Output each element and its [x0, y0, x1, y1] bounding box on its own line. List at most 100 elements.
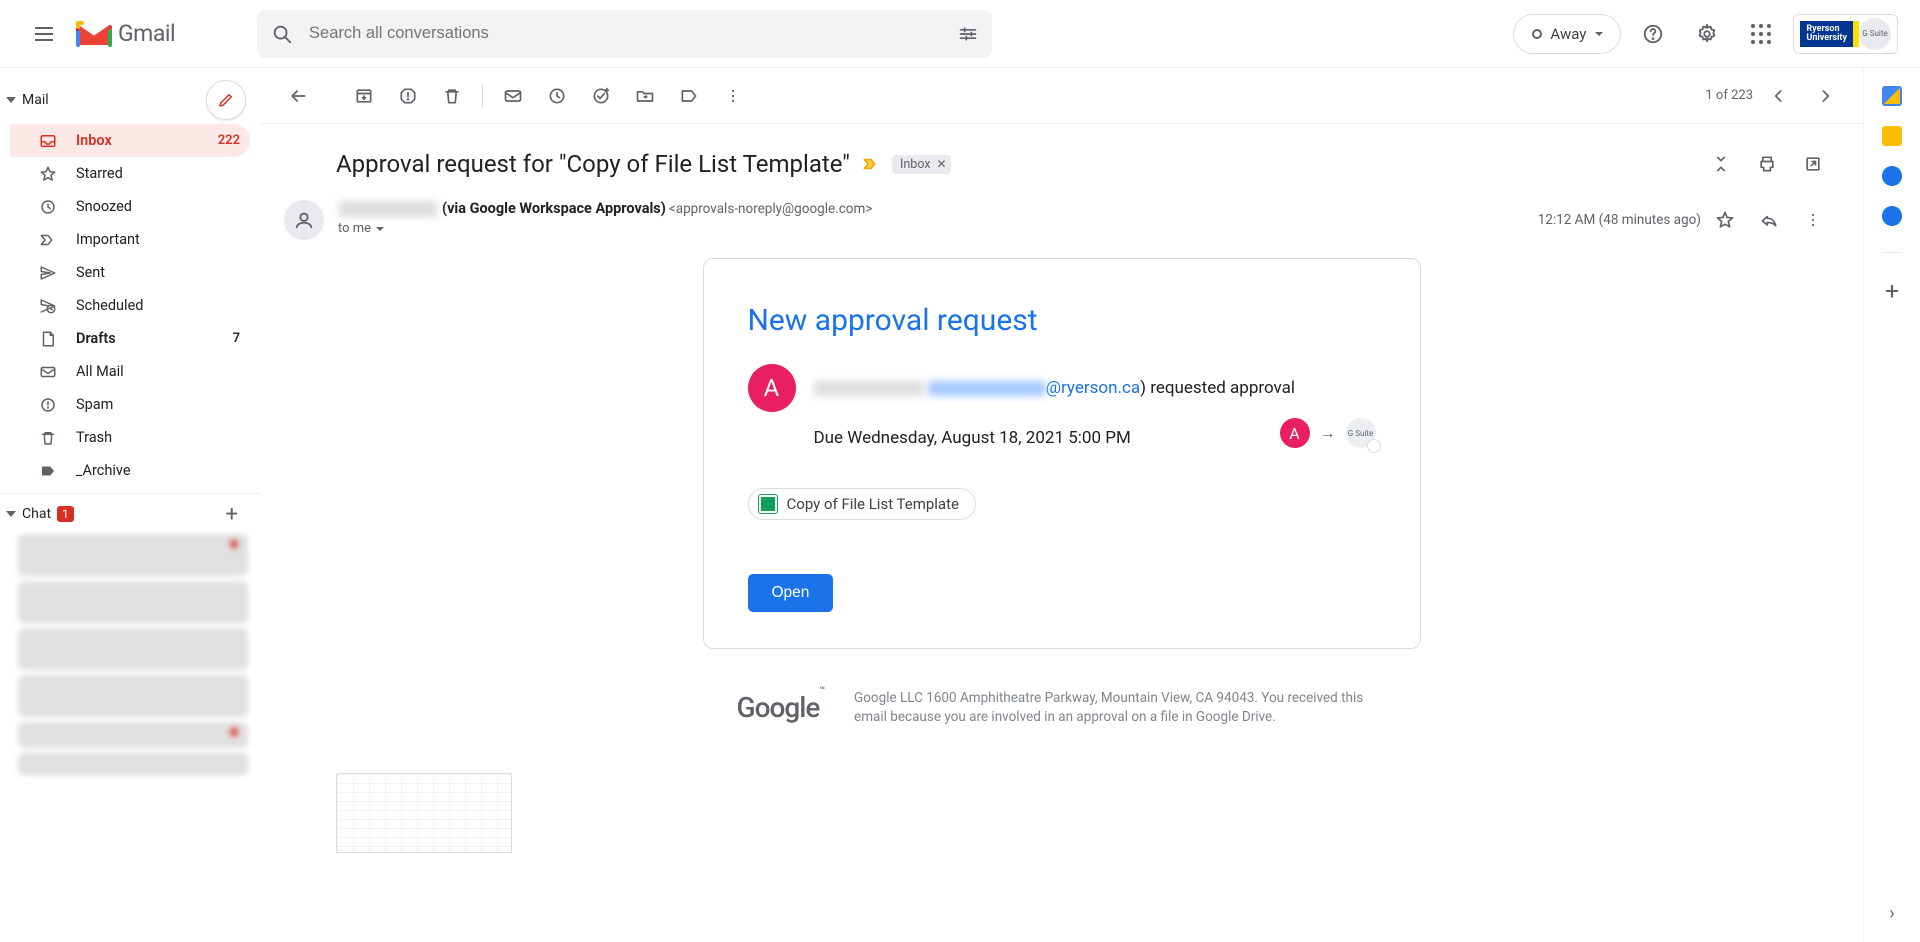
settings-button[interactable]: [1685, 12, 1729, 56]
archive-button[interactable]: [344, 76, 384, 116]
print-button[interactable]: [1747, 144, 1787, 184]
delete-icon: [442, 86, 462, 106]
sidebar-item-important[interactable]: Important: [10, 223, 250, 256]
file-chip[interactable]: Copy of File List Template: [748, 488, 976, 520]
next-button[interactable]: [1805, 76, 1845, 116]
file-name: Copy of File List Template: [787, 495, 959, 513]
move-to-button[interactable]: [625, 76, 665, 116]
main-menu-button[interactable]: [20, 10, 68, 58]
collapse-all-button[interactable]: [1701, 144, 1741, 184]
open-new-window-button[interactable]: [1793, 144, 1833, 184]
apps-button[interactable]: [1739, 12, 1783, 56]
folder-label: Scheduled: [76, 297, 143, 314]
search-input[interactable]: [307, 23, 958, 44]
mark-unread-button[interactable]: [493, 76, 533, 116]
chat-item-redacted[interactable]: [18, 722, 248, 748]
star-button[interactable]: [1705, 200, 1745, 240]
mail-toolbar: 1 of 223: [260, 68, 1863, 124]
trash-icon: [38, 428, 58, 448]
footer-text: Google LLC 1600 Amphitheatre Parkway, Mo…: [854, 689, 1374, 727]
chevron-down-icon: [1594, 29, 1604, 39]
gmail-text: Gmail: [118, 20, 175, 47]
add-tasks-button[interactable]: [581, 76, 621, 116]
new-chat-button[interactable]: +: [226, 502, 238, 527]
sidebar: Mail Inbox 222 Starred Snoozed Important: [0, 68, 260, 942]
sender-avatar[interactable]: [284, 200, 324, 240]
add-task-icon: [591, 86, 611, 106]
arrow-left-icon: [288, 86, 308, 106]
remove-label-icon[interactable]: ✕: [937, 157, 947, 171]
label-chip[interactable]: Inbox ✕: [892, 155, 951, 174]
sidebar-item-inbox[interactable]: Inbox 222: [10, 124, 250, 157]
folder-move-icon: [635, 86, 655, 106]
timestamp: 12:12 AM (48 minutes ago): [1538, 212, 1701, 228]
message-area: 1 of 223 Approval request for "Copy of F…: [260, 68, 1864, 942]
chat-item-redacted[interactable]: [18, 581, 248, 623]
compose-button[interactable]: [206, 80, 246, 120]
message-pane[interactable]: Approval request for "Copy of File List …: [260, 124, 1863, 942]
folder-label: Important: [76, 231, 140, 248]
folder-label: Inbox: [76, 132, 112, 149]
message-more-button[interactable]: [1793, 200, 1833, 240]
status-chip[interactable]: Away: [1513, 14, 1621, 54]
recipient-line[interactable]: to me: [338, 221, 872, 236]
chevron-down-icon: [6, 511, 16, 517]
email-local-redacted: [928, 381, 1046, 396]
chat-item-redacted[interactable]: [18, 534, 248, 576]
chevron-left-icon: [1769, 86, 1789, 106]
folder-list: Inbox 222 Starred Snoozed Important Sent: [0, 124, 260, 487]
folder-count: 222: [218, 133, 240, 148]
open-button[interactable]: Open: [748, 574, 834, 612]
gmail-logo[interactable]: Gmail: [76, 20, 175, 47]
chat-item-redacted[interactable]: [18, 628, 248, 670]
tasks-icon: [1882, 166, 1902, 186]
sidebar-chat-header[interactable]: Chat 1 +: [0, 496, 260, 532]
sidebar-item-scheduled[interactable]: Scheduled: [10, 289, 250, 322]
top-right-controls: Away RyersonUniversity G Suite: [1513, 12, 1920, 56]
keep-app[interactable]: [1882, 126, 1902, 146]
sidebar-mail-header[interactable]: Mail: [0, 76, 260, 124]
sidebar-item-starred[interactable]: Starred: [10, 157, 250, 190]
google-logo: Google™: [737, 691, 825, 724]
support-button[interactable]: [1631, 12, 1675, 56]
attachment-preview[interactable]: [336, 773, 512, 853]
folder-label: Snoozed: [76, 198, 132, 215]
sidebar-item-trash[interactable]: Trash: [10, 421, 250, 454]
delete-button[interactable]: [432, 76, 472, 116]
report-spam-button[interactable]: [388, 76, 428, 116]
sidebar-item-snoozed[interactable]: Snoozed: [10, 190, 250, 223]
account-chip[interactable]: RyersonUniversity G Suite: [1793, 14, 1898, 54]
labels-button[interactable]: [669, 76, 709, 116]
requested-suffix: ) requested approval: [1140, 378, 1295, 398]
more-actions-button[interactable]: [713, 76, 753, 116]
calendar-icon: [1882, 86, 1902, 106]
search-options-icon[interactable]: [958, 24, 978, 44]
sidebar-item-allmail[interactable]: All Mail: [10, 355, 250, 388]
search-bar[interactable]: [257, 10, 992, 58]
requester-text: @ryerson.ca) requested approval: [814, 378, 1296, 398]
sidebar-item-drafts[interactable]: Drafts 7: [10, 322, 250, 355]
prev-button[interactable]: [1759, 76, 1799, 116]
back-button[interactable]: [278, 76, 318, 116]
sidebar-item-sent[interactable]: Sent: [10, 256, 250, 289]
flow-to: G Suite: [1346, 418, 1376, 448]
chat-item-redacted[interactable]: [18, 675, 248, 717]
add-addon-button[interactable]: +: [1885, 277, 1899, 305]
flow-from: A: [1280, 418, 1310, 448]
apps-grid-icon: [1751, 24, 1771, 44]
account-avatar: G Suite: [1859, 18, 1891, 50]
calendar-app[interactable]: [1882, 86, 1902, 106]
importance-marker[interactable]: [862, 155, 880, 173]
sidebar-item-archive[interactable]: _Archive: [10, 454, 250, 487]
sidebar-item-spam[interactable]: Spam: [10, 388, 250, 421]
contacts-app[interactable]: [1882, 206, 1902, 226]
reply-button[interactable]: [1749, 200, 1789, 240]
snooze-button[interactable]: [537, 76, 577, 116]
folder-label: All Mail: [76, 363, 124, 380]
folder-label: Spam: [76, 396, 113, 413]
recipient-text: to me: [338, 221, 371, 236]
spam-icon: [38, 395, 58, 415]
tasks-app[interactable]: [1882, 166, 1902, 186]
chat-item-redacted[interactable]: [18, 753, 248, 775]
hide-side-panel[interactable]: ›: [1889, 903, 1894, 924]
